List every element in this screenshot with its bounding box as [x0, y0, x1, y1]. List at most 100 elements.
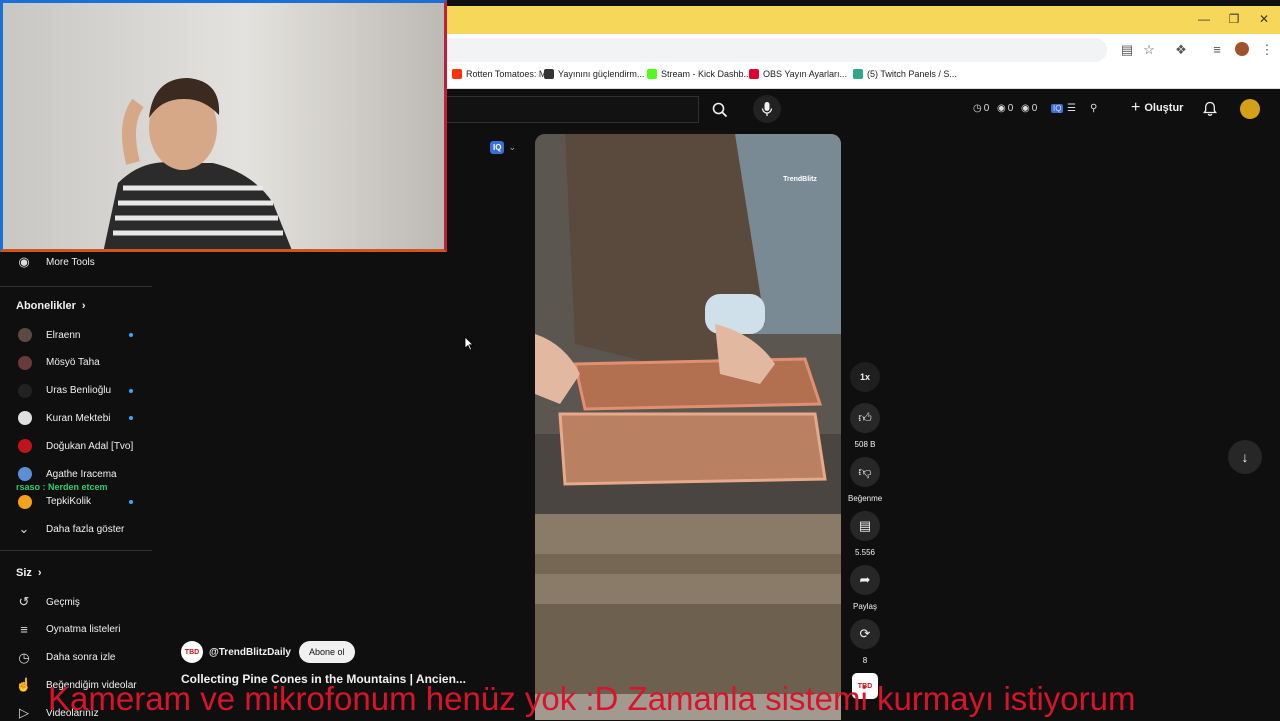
- bookmark-label: Stream - Kick Dashb...: [661, 69, 752, 79]
- new-content-dot: [129, 416, 133, 421]
- bookmark-favicon-icon: [749, 69, 759, 79]
- subscribe-button[interactable]: Abone ol: [299, 641, 355, 663]
- like-button[interactable]: 👍︎ 508 B: [848, 403, 882, 449]
- sidebar-item-you[interactable]: ◷ Daha sonra izle: [16, 650, 115, 666]
- channel-avatar-wrap: [16, 494, 32, 510]
- youtube-header: ◷ 0 ◉ 0 ◉ 0 IQ ☰ ⚲ + Oluştur: [447, 89, 1280, 127]
- new-content-dot: [129, 333, 133, 337]
- sidebar-item-you[interactable]: ≡ Oynatma listeleri: [16, 622, 120, 638]
- channel-name: TepkiKolik: [46, 496, 92, 508]
- chat-overlay: rsaso : Nerden etcem: [16, 482, 108, 492]
- restore-icon[interactable]: ❐: [1227, 12, 1241, 26]
- browser-menu-icon[interactable]: ⋮: [1259, 42, 1275, 58]
- media-control-icon[interactable]: ≡: [1209, 42, 1225, 57]
- chevron-down-icon: ⌄: [18, 521, 30, 536]
- sidebar-item-you[interactable]: ↺ Geçmiş: [16, 594, 80, 610]
- channel-name: Mösyö Taha: [46, 357, 100, 369]
- channel-avatar[interactable]: TBD: [181, 641, 203, 663]
- search-input[interactable]: [447, 96, 699, 123]
- profile-avatar[interactable]: [1235, 42, 1249, 56]
- search-button[interactable]: [699, 96, 741, 123]
- trophy-icon[interactable]: ⚲: [1090, 103, 1097, 114]
- share-button[interactable]: ➦ Paylaş: [848, 565, 882, 611]
- comment-icon: ▤: [850, 511, 880, 541]
- clock-icon: ◷: [18, 649, 30, 665]
- subscriptions-heading[interactable]: Abonelikler ›: [16, 300, 86, 312]
- next-short-button[interactable]: ↓: [1228, 440, 1262, 474]
- short-channel-row: TBD @TrendBlitzDaily Abone ol: [181, 641, 355, 663]
- bookmark-item[interactable]: Stream - Kick Dashb...: [647, 69, 751, 79]
- bookmarks-bar: Rotten Tomatoes: M... Yayınını güçlendirm…: [447, 64, 1280, 89]
- bookmark-favicon-icon: [853, 69, 863, 79]
- address-bar[interactable]: [447, 38, 1107, 62]
- install-app-icon[interactable]: ▤: [1119, 42, 1135, 58]
- channel-avatar: [17, 467, 32, 481]
- bookmark-label: Yayınını güçlendirm...: [558, 69, 645, 79]
- short-video-player[interactable]: TrendBlitz: [535, 134, 841, 720]
- play-icon: ▷: [19, 705, 29, 721]
- chevron-right-icon: ›: [37, 567, 42, 579]
- thumbs-down-icon: 👎︎: [850, 457, 880, 487]
- webcam-person-image: [103, 78, 292, 249]
- channel-avatar-wrap: [16, 438, 32, 454]
- mouse-cursor-icon: [464, 336, 474, 351]
- channel-avatar: [17, 355, 32, 370]
- microphone-icon: [761, 102, 773, 116]
- playback-speed-button[interactable]: 1x: [848, 362, 882, 392]
- thumbs-up-icon: ☝: [15, 677, 33, 693]
- list-icon[interactable]: ☰: [1067, 103, 1076, 114]
- chevron-down-icon: ⌄: [508, 142, 516, 152]
- account-avatar[interactable]: [1240, 99, 1260, 119]
- sidebar-channel-item[interactable]: TepkiKolik: [16, 494, 91, 510]
- address-bar-row: ▤ ☆ ❖ ≡ ⋮: [447, 34, 1280, 64]
- bell-icon[interactable]: [1202, 101, 1218, 117]
- extensions-icon[interactable]: ❖: [1173, 42, 1189, 58]
- browser-title-bar: — ❐ ✕: [447, 6, 1280, 34]
- extension-badge[interactable]: IQ: [1051, 104, 1064, 113]
- channel-avatar-wrap: [16, 355, 32, 371]
- plus-icon: +: [1131, 99, 1141, 116]
- history-icon: ↺: [18, 594, 30, 609]
- new-content-dot: [129, 499, 133, 504]
- channel-name: Doğukan Adal [Tvo]: [46, 440, 134, 452]
- channel-avatar: [17, 383, 32, 398]
- bookmark-favicon-icon: [544, 69, 554, 79]
- channel-avatar-wrap: [16, 466, 32, 482]
- arrow-down-icon: ↓: [1241, 449, 1249, 465]
- sidebar-channel-item[interactable]: Kuran Mektebi: [16, 410, 110, 426]
- comments-button[interactable]: ▤ 5.556: [848, 511, 882, 557]
- remix-button[interactable]: ⟳ 8: [848, 619, 882, 665]
- eye-icon: ◉: [1021, 103, 1030, 114]
- show-more-button[interactable]: ⌄ Daha fazla göster: [16, 521, 125, 537]
- sidebar-channel-item[interactable]: Uras Benlioğlu: [16, 383, 111, 399]
- sidebar-channel-item[interactable]: Doğukan Adal [Tvo]: [16, 438, 133, 454]
- share-icon: ➦: [850, 565, 880, 595]
- clock-icon: ◷: [973, 103, 982, 114]
- you-heading[interactable]: Siz ›: [16, 567, 42, 579]
- extension-stat-1: ◷ 0: [973, 103, 990, 114]
- bookmark-label: (5) Twitch Panels / S...: [867, 69, 957, 79]
- sidebar-item-label: Oynatma listeleri: [46, 624, 121, 636]
- sidebar-channel-item[interactable]: Mösyö Taha: [16, 355, 100, 371]
- bookmark-star-icon[interactable]: ☆: [1141, 42, 1157, 58]
- extension-stat-2: ◉ 0: [997, 103, 1014, 114]
- sidebar-item-more-tools[interactable]: ◉ More Tools: [16, 254, 94, 270]
- close-icon[interactable]: ✕: [1257, 12, 1271, 26]
- channel-avatar: [17, 328, 32, 342]
- create-button[interactable]: + Oluştur: [1131, 99, 1183, 117]
- sidebar-divider: [0, 286, 152, 287]
- bookmark-item[interactable]: OBS Yayın Ayarları...: [749, 69, 847, 79]
- extension-stat-3: ◉ 0: [1021, 103, 1038, 114]
- bookmark-item[interactable]: (5) Twitch Panels / S...: [853, 69, 957, 79]
- bookmark-item[interactable]: Yayınını güçlendirm...: [544, 69, 644, 79]
- bookmark-item[interactable]: Rotten Tomatoes: M...: [452, 69, 554, 79]
- new-content-dot: [129, 388, 133, 393]
- minimize-icon[interactable]: —: [1197, 12, 1211, 26]
- channel-handle[interactable]: @TrendBlitzDaily: [209, 647, 291, 658]
- sidebar-channel-item[interactable]: Elraenn: [16, 327, 80, 343]
- sidebar-channel-item[interactable]: Agathe Iracema: [16, 466, 117, 482]
- voice-search-button[interactable]: [753, 95, 781, 123]
- extension-widget[interactable]: IQ ⌄: [490, 141, 516, 154]
- channel-avatar: [17, 411, 32, 426]
- dislike-button[interactable]: 👎︎ Beğenme: [848, 457, 882, 503]
